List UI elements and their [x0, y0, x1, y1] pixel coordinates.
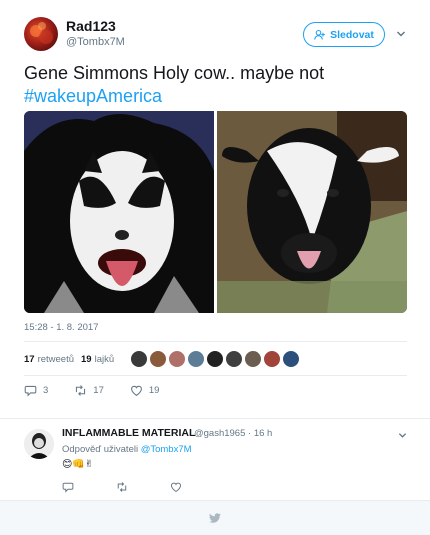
reply-count: 3 [43, 385, 49, 396]
like-button[interactable]: 19 [130, 384, 160, 397]
reply-author-name[interactable]: INFLAMMABLE MATERIAL [62, 427, 195, 439]
reply-tweet[interactable]: INFLAMMABLE MATERIAL @gash1965 · 16 h Od… [0, 418, 430, 500]
liker-avatar[interactable] [225, 350, 243, 368]
author-name[interactable]: Rad123 [66, 18, 116, 34]
follow-button[interactable]: Sledovat [303, 22, 385, 47]
photo-cow[interactable] [217, 111, 407, 313]
like-stat[interactable]: 19 lajků [81, 354, 114, 365]
tweet-text: Gene Simmons Holy cow.. maybe not #wakeu… [24, 62, 404, 108]
tweet-timestamp[interactable]: 15:28 - 1. 8. 2017 [24, 322, 98, 333]
photo-gene-simmons[interactable] [24, 111, 214, 313]
author-avatar[interactable] [24, 17, 58, 51]
reply-prefix: Odpověď uživateli [62, 444, 139, 455]
retweet-stat[interactable]: 17 retweetů [24, 354, 74, 365]
divider [24, 375, 407, 376]
engagement-stats: 17 retweetů 19 lajků [24, 348, 121, 370]
liker-avatars[interactable] [130, 350, 300, 368]
author-handle[interactable]: @Tombx7M [66, 36, 125, 48]
liker-avatar[interactable] [130, 350, 148, 368]
retweet-icon[interactable] [116, 481, 128, 493]
reply-actions [62, 481, 182, 493]
like-icon[interactable] [170, 481, 182, 493]
chevron-down-icon[interactable] [398, 431, 407, 440]
liker-avatar[interactable] [168, 350, 186, 368]
reply-time[interactable]: 16 h [254, 428, 273, 439]
hashtag-link[interactable]: #wakeupAmerica [24, 86, 162, 106]
reply-author-avatar[interactable] [24, 429, 54, 459]
divider [24, 341, 407, 342]
chevron-down-icon[interactable] [396, 29, 406, 39]
follow-person-icon [314, 29, 325, 40]
footer [0, 500, 430, 535]
tweet-body: Gene Simmons Holy cow.. maybe not [24, 63, 325, 83]
retweet-icon [76, 385, 86, 396]
liker-avatar[interactable] [282, 350, 300, 368]
reply-button[interactable]: 3 [24, 384, 48, 397]
reply-emoji-text: 😊👊✌ [62, 459, 94, 470]
reply-mention-link[interactable]: @Tombx7M [141, 444, 192, 455]
tweet-actions: 3 17 19 [24, 384, 185, 397]
liker-avatar[interactable] [244, 350, 262, 368]
reply-meta: @gash1965 · 16 h [194, 428, 273, 439]
like-icon [130, 385, 142, 397]
tweet: Rad123 @Tombx7M Sledovat Gene Simmons Ho… [0, 0, 430, 418]
like-count: 19 [148, 385, 160, 396]
retweet-count: 17 [93, 385, 104, 396]
reply-context: Odpověď uživateli @Tombx7M [62, 444, 192, 455]
tweet-media[interactable] [24, 111, 407, 313]
liker-avatar[interactable] [263, 350, 281, 368]
liker-avatar[interactable] [149, 350, 167, 368]
reply-icon [24, 385, 37, 397]
reply-author-handle[interactable]: @gash1965 [194, 428, 245, 439]
twitter-bird-icon [209, 513, 221, 523]
liker-avatar[interactable] [206, 350, 224, 368]
liker-avatar[interactable] [187, 350, 205, 368]
retweet-button[interactable]: 17 [74, 384, 104, 397]
follow-button-label: Sledovat [330, 28, 374, 41]
reply-icon[interactable] [62, 481, 74, 493]
